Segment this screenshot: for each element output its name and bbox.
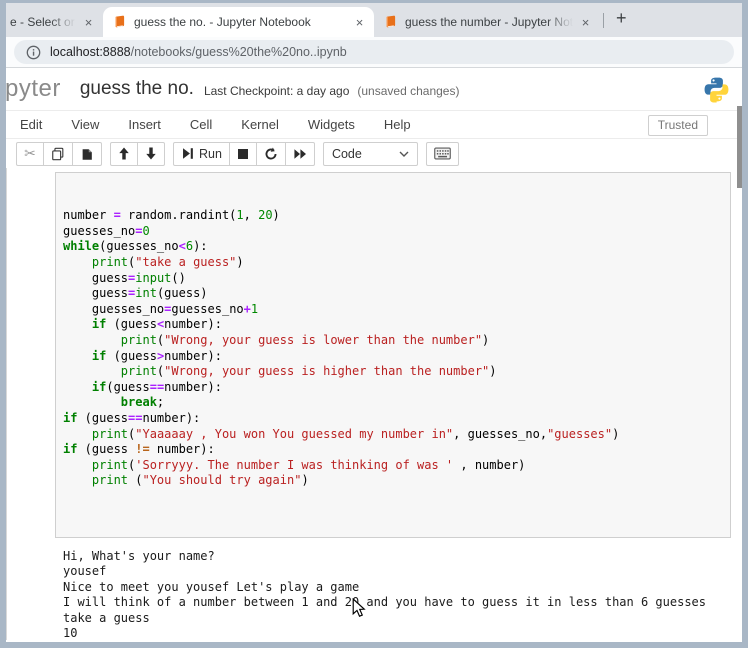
tab-guess-the-number[interactable]: guess the number - Jupyter Note × — [374, 7, 600, 37]
cell-output-area: Hi, What's your name? yousef Nice to meet … — [63, 549, 731, 640]
output-line: Hi, What's your name? — [63, 549, 215, 564]
scissors-icon: ✂ — [24, 145, 36, 161]
run-icon — [183, 148, 193, 159]
scrollbar-thumb[interactable] — [737, 106, 742, 188]
run-button-label: Run — [199, 146, 222, 161]
output-line: I will think of a number between 1 and 2… — [63, 595, 706, 610]
cell-type-value: Code — [331, 146, 362, 161]
new-tab-button[interactable]: + — [607, 8, 638, 32]
notebook-body: number = random.randint(1, 20) guesses_no… — [6, 168, 742, 640]
keyboard-icon — [434, 147, 451, 160]
paste-icon — [82, 148, 92, 160]
clipboard-button-group: ✂ — [16, 141, 102, 166]
close-icon[interactable]: × — [577, 14, 594, 31]
tab-home[interactable]: e - Select or create a n × — [6, 7, 103, 37]
cut-cell-button[interactable]: ✂ — [16, 141, 44, 166]
tab-title: guess the no. - Jupyter Notebook — [134, 15, 347, 29]
output-line: Nice to meet you yousef Let's play a gam… — [63, 579, 360, 594]
interrupt-kernel-button[interactable] — [228, 141, 257, 166]
code-line: print("Wrong, your guess is higher than … — [120, 364, 497, 379]
output-line: yousef — [63, 564, 107, 579]
code-line: print ("You should try again") — [91, 473, 309, 488]
code-line: if (guess==number): — [63, 410, 201, 425]
url-path: /notebooks/guess%20the%20no..ipynb — [130, 45, 347, 59]
code-cell-input[interactable]: number = random.randint(1, 20) guesses_no… — [55, 172, 731, 539]
code-line: print("Yaaaaay , You won You guessed my … — [91, 426, 620, 441]
browser-tab-strip: e - Select or create a n × guess the no.… — [6, 3, 742, 37]
code-line: print('Sorryyy. The number I was thinkin… — [91, 457, 526, 472]
tab-title: guess the number - Jupyter Note — [405, 15, 573, 29]
code-line: if (guess<number): — [91, 317, 222, 332]
menu-cell[interactable]: Cell — [190, 117, 212, 132]
copy-icon — [52, 147, 64, 160]
menu-widgets[interactable]: Widgets — [308, 117, 355, 132]
fast-forward-icon — [294, 148, 306, 159]
chevron-down-icon — [399, 151, 409, 157]
tab-title: e - Select or create a n — [10, 15, 76, 29]
command-palette-button[interactable] — [425, 141, 459, 166]
menu-kernel[interactable]: Kernel — [241, 117, 279, 132]
run-button-group: Run — [173, 141, 315, 166]
tab-separator — [603, 12, 604, 28]
restart-icon — [265, 147, 277, 159]
copy-cell-button[interactable] — [43, 141, 73, 166]
checkpoint-status: Last Checkpoint: a day ago — [203, 84, 350, 98]
browser-toolbar: localhost:8888/notebooks/guess%20the%20n… — [6, 37, 742, 68]
paste-cell-button[interactable] — [72, 141, 102, 166]
menu-help[interactable]: Help — [384, 117, 411, 132]
url-text: localhost:8888/notebooks/guess%20the%20n… — [50, 45, 347, 59]
jupyter-logo[interactable]: pyter — [6, 75, 61, 103]
palette-button-group — [425, 141, 459, 166]
output-line: 10 — [63, 626, 78, 640]
output-line: take a guess — [63, 610, 150, 625]
move-cell-down-button[interactable] — [137, 141, 165, 166]
python-logo-icon — [704, 77, 729, 103]
cell-type-select[interactable]: Code — [322, 141, 418, 166]
close-icon[interactable]: × — [351, 14, 368, 31]
code-line: while(guesses_no<6): — [63, 239, 208, 254]
code-line: guess=int(guess) — [63, 286, 208, 301]
stop-icon — [237, 148, 248, 159]
code-line: if(guess==number): — [91, 379, 222, 394]
address-bar[interactable]: localhost:8888/notebooks/guess%20the%20n… — [14, 40, 734, 64]
autosave-status: (unsaved changes) — [357, 84, 460, 98]
code-line: guess=input() — [63, 270, 186, 285]
notebook-favicon-icon — [386, 15, 396, 28]
page-info-icon[interactable] — [26, 45, 41, 60]
restart-kernel-button[interactable] — [255, 141, 286, 166]
trusted-button[interactable]: Trusted — [647, 115, 708, 136]
jupyter-header: pyter guess the no. Last Checkpoint: a d… — [6, 68, 742, 111]
cursor-arrow-icon — [352, 597, 366, 617]
restart-run-all-button[interactable] — [284, 141, 315, 166]
code-line: if (guess != number): — [63, 442, 215, 457]
arrow-down-icon — [146, 147, 156, 160]
code-line: print("take a guess") — [91, 254, 244, 269]
menu-insert[interactable]: Insert — [128, 117, 161, 132]
run-cell-button[interactable]: Run — [173, 141, 230, 166]
mouse-cursor — [352, 597, 366, 623]
code-line: guesses_no=0 — [63, 223, 150, 238]
move-cell-button-group — [110, 141, 165, 166]
url-host: localhost:8888 — [50, 45, 131, 59]
code-line: break; — [120, 395, 165, 410]
window-frame: e - Select or create a n × guess the no.… — [0, 0, 748, 648]
code-line: guesses_no=guesses_no+1 — [63, 301, 259, 316]
tab-guess-the-no[interactable]: guess the no. - Jupyter Notebook × — [103, 7, 374, 37]
notebook-favicon-icon — [115, 15, 125, 28]
menu-view[interactable]: View — [71, 117, 99, 132]
move-cell-up-button[interactable] — [110, 141, 138, 166]
code-line: print("Wrong, your guess is lower than t… — [120, 332, 490, 347]
notebook-title[interactable]: guess the no. — [80, 78, 194, 100]
code-line: if (guess>number): — [91, 348, 222, 363]
close-icon[interactable]: × — [80, 14, 97, 31]
code-line: number = random.randint(1, 20) — [63, 208, 280, 223]
arrow-up-icon — [119, 147, 129, 160]
notebook-toolbar: ✂ Run Code — [6, 139, 742, 168]
code-editor[interactable]: number = random.randint(1, 20) guesses_no… — [63, 208, 722, 489]
menu-edit[interactable]: Edit — [20, 117, 42, 132]
notebook-menubar: Edit View Insert Cell Kernel Widgets Hel… — [6, 111, 742, 139]
